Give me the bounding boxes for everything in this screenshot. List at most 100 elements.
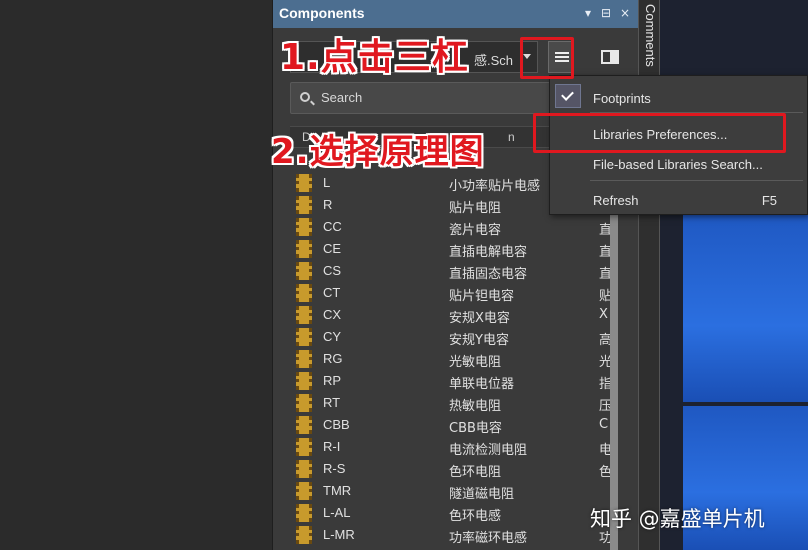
list-scrollbar[interactable]: [610, 172, 618, 550]
list-item[interactable]: RT 热敏电阻 压: [290, 392, 610, 414]
component-name: CX: [323, 307, 342, 322]
panel-header: Components ▾ ⊟ ×: [273, 0, 639, 28]
list-item[interactable]: R-I 电流检测电阻 电: [290, 436, 610, 458]
component-description: 安规Y电容: [449, 333, 509, 348]
annotation-step-2: 2.选择原理图: [271, 132, 485, 172]
component-chip-icon: [296, 218, 312, 236]
panel-title: Components: [279, 5, 365, 21]
component-name: CT: [323, 285, 341, 300]
component-chip-icon: [296, 482, 312, 500]
list-item[interactable]: CX 安规X电容 X: [290, 304, 610, 326]
library-select-value: 感.Sch: [473, 53, 513, 68]
component-extra: 直: [599, 223, 610, 238]
component-extra: 压: [599, 399, 610, 414]
component-name: L-MR: [323, 527, 355, 542]
component-name: CE: [323, 241, 342, 256]
component-name: CC: [323, 219, 342, 234]
component-chip-icon: [296, 174, 312, 192]
component-chip-icon: [296, 306, 312, 324]
component-extra: 色: [599, 465, 610, 480]
left-workspace: [0, 0, 272, 550]
component-chip-icon: [296, 460, 312, 478]
highlight-menu-button: [520, 37, 574, 79]
component-description: 隧道磁电阻: [449, 487, 515, 502]
panel-dropdown-icon[interactable]: ▾: [581, 5, 595, 21]
component-list: L小功率贴片电感直R贴片电阻贴CC瓷片电容直CE直插电解电容直CS直插固态电容直…: [290, 172, 610, 550]
component-extra: C: [599, 417, 609, 432]
component-chip-icon: [296, 196, 312, 214]
component-description: 热敏电阻: [449, 399, 502, 414]
list-item[interactable]: CE 直插电解电容 直: [290, 238, 610, 260]
watermark: 知乎 @嘉盛单片机: [590, 507, 765, 531]
toggle-details-button[interactable]: [597, 41, 623, 73]
component-description: 贴片钽电容: [449, 289, 515, 304]
component-chip-icon: [296, 284, 312, 302]
component-name: L-AL: [323, 505, 351, 520]
component-name: R: [323, 197, 333, 212]
list-item[interactable]: CC 瓷片电容 直: [290, 216, 610, 238]
component-extra: 指: [599, 377, 610, 392]
list-item[interactable]: TMR 隧道磁电阻: [290, 480, 610, 502]
annotation-step-1: 1.点击三杠: [280, 37, 469, 78]
component-extra: 光: [599, 355, 610, 370]
component-name: RP: [323, 373, 342, 388]
component-name: R-I: [323, 439, 341, 454]
component-name: CBB: [323, 417, 350, 432]
column-header-description[interactable]: n: [508, 130, 515, 144]
list-item[interactable]: CBB CBB电容 C: [290, 414, 610, 436]
component-name: RT: [323, 395, 341, 410]
component-name: R-S: [323, 461, 346, 476]
menu-item-refresh[interactable]: Refresh: [593, 193, 639, 208]
component-extra: 直: [599, 267, 610, 282]
component-description: 电流检测电阻: [449, 443, 528, 458]
component-description: 小功率贴片电感: [449, 179, 541, 194]
close-icon[interactable]: ×: [618, 5, 632, 21]
window-pane-top: [683, 212, 808, 402]
component-extra: 直: [599, 245, 610, 260]
component-description: 色环电感: [449, 509, 502, 524]
pin-icon[interactable]: ⊟: [599, 5, 613, 21]
component-extra: 电: [599, 443, 610, 458]
component-chip-icon: [296, 438, 312, 456]
component-description: 瓷片电容: [449, 223, 502, 238]
component-name: RG: [323, 351, 343, 366]
component-extra: 高: [599, 333, 610, 348]
comments-tab-label: Comments: [643, 4, 658, 67]
component-description: 直插固态电容: [449, 267, 528, 282]
check-icon: [561, 88, 574, 101]
list-item[interactable]: CY 安规Y电容 高: [290, 326, 610, 348]
list-item[interactable]: L-MR 功率磁环电感功: [290, 524, 610, 546]
component-name: TMR: [323, 483, 352, 498]
search-input[interactable]: Search: [290, 82, 560, 114]
component-description: 功率磁环电感: [449, 531, 528, 546]
component-description: 安规X电容: [449, 311, 510, 326]
component-name: CS: [323, 263, 342, 278]
list-item[interactable]: CT 贴片钽电容 贴: [290, 282, 610, 304]
component-description: 色环电阻: [449, 465, 502, 480]
component-description: CBB电容: [449, 421, 502, 436]
refresh-shortcut: F5: [761, 193, 777, 208]
list-item[interactable]: RG 光敏电阻 光: [290, 348, 610, 370]
list-item[interactable]: RP 单联电位器 指: [290, 370, 610, 392]
component-description: 光敏电阻: [449, 355, 502, 370]
menu-separator: [590, 180, 803, 181]
list-item[interactable]: CS 直插固态电容 直: [290, 260, 610, 282]
component-chip-icon: [296, 372, 312, 390]
component-chip-icon: [296, 350, 312, 368]
component-description: 直插电解电容: [449, 245, 528, 260]
component-chip-icon: [296, 240, 312, 258]
component-extra: 贴: [599, 289, 610, 304]
component-description: 贴片电阻: [449, 201, 502, 216]
menu-item-file-based-search[interactable]: File-based Libraries Search...: [593, 157, 763, 172]
component-chip-icon: [296, 526, 312, 544]
component-description: 单联电位器: [449, 377, 515, 392]
footprints-check-box: [555, 84, 581, 108]
highlight-libraries-preferences: [533, 113, 786, 153]
list-item[interactable]: R-S 色环电阻 色: [290, 458, 610, 480]
menu-item-footprints[interactable]: Footprints: [593, 91, 651, 106]
component-chip-icon: [296, 328, 312, 346]
component-chip-icon: [296, 394, 312, 412]
component-name: CY: [323, 329, 342, 344]
list-item[interactable]: L-AL 色环电感: [290, 502, 610, 524]
component-chip-icon: [296, 262, 312, 280]
